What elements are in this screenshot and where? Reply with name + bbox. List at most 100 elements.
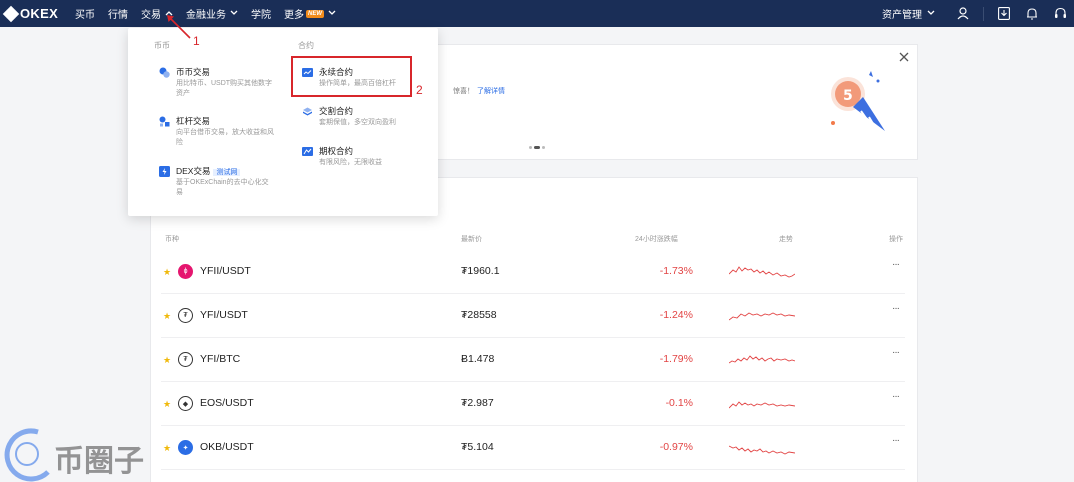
menu-item-desc: 用比特币、USDT购买其他数字资产 (176, 80, 273, 97)
header-action: 操作 (889, 236, 903, 243)
watermark-logo: 币圈子 (0, 422, 150, 482)
testnet-badge: 测试网 (213, 169, 241, 176)
star-icon[interactable]: ★ (163, 443, 171, 454)
table-row[interactable]: ★ ◆ EOS/USDT ₮2.987 -0.1% ··· (161, 382, 905, 426)
change-percent: -1.73% (659, 265, 693, 277)
more-options-icon[interactable]: ··· (892, 391, 900, 402)
new-badge: NEW (306, 9, 324, 18)
annotation-number-2: 2 (416, 83, 423, 97)
header-trend: 走势 (779, 236, 793, 243)
pair-name[interactable]: YFI/USDT (200, 309, 248, 321)
header-price: 最新价 (461, 236, 482, 243)
table-row[interactable]: ★ ✦ OKB/USDT ₮5.104 -0.97% ··· (161, 426, 905, 470)
change-percent: -1.24% (659, 309, 693, 321)
futures-icon (302, 106, 313, 117)
margin-trading-icon (159, 116, 170, 127)
change-percent: -0.97% (659, 441, 693, 453)
close-icon[interactable] (899, 49, 909, 65)
chevron-down-icon (230, 9, 238, 18)
pair-name[interactable]: YFI/BTC (200, 353, 240, 365)
party-popper-icon: 5 (823, 69, 893, 138)
star-icon[interactable]: ★ (163, 355, 171, 366)
okex-logo[interactable]: OKEX (2, 5, 62, 22)
last-price: ₮28558 (461, 309, 497, 321)
last-price: Ƀ1.478 (461, 353, 495, 365)
eos-coin-icon: ◆ (178, 396, 193, 411)
pair-name[interactable]: YFII/USDT (200, 265, 251, 277)
sparkline-chart (729, 266, 795, 278)
table-row[interactable]: ★ ₮ YFI/USDT ₮28558 -1.24% ··· (161, 294, 905, 338)
sparkline-chart (729, 312, 795, 321)
yfi-coin-icon: ₮ (178, 352, 193, 367)
dex-title-text: DEX交易 (176, 166, 211, 176)
chevron-down-icon (927, 8, 935, 19)
yfii-coin-icon: ɸ (178, 264, 193, 279)
nav-right: 资产管理 (882, 0, 1074, 27)
last-price: ₮1960.1 (461, 265, 500, 277)
svg-text:5: 5 (843, 88, 853, 104)
nav-item-buy[interactable]: 买币 (75, 6, 95, 21)
nav-divider (983, 6, 984, 21)
okex-logo-icon (2, 5, 20, 22)
banner-message: 惊喜！ (453, 88, 474, 95)
market-table: 币种 最新价 24小时涨跌幅 走势 操作 ★ ɸ YFII/USDT ₮1960… (150, 177, 918, 482)
download-icon[interactable] (990, 0, 1018, 27)
menu-item-desc: 基于OKExChain的去中心化交易 (176, 179, 269, 196)
star-icon[interactable]: ★ (163, 311, 171, 322)
menu-item-title: 交割合约 (319, 106, 354, 116)
yfi-coin-icon: ₮ (178, 308, 193, 323)
options-icon (302, 146, 313, 157)
menu-item-desc: 套期保值，多空双向盈利 (319, 119, 396, 126)
last-price: ₮5.104 (461, 441, 494, 453)
sparkline-chart (729, 355, 795, 364)
table-row[interactable]: ★ ₮ YFI/BTC Ƀ1.478 -1.79% ··· (161, 338, 905, 382)
carousel-dot[interactable] (529, 146, 532, 149)
nav-item-more[interactable]: 更多 NEW (284, 6, 336, 21)
annotation-number-1: 1 (193, 34, 200, 48)
learn-more-link[interactable]: 了解详情 (477, 88, 505, 95)
menu-item-options[interactable]: 期权合约 有限风险，无限收益 (302, 145, 422, 175)
carousel-dot-active[interactable] (534, 146, 540, 149)
menu-item-dex-trading[interactable]: DEX交易 测试网 基于OKExChain的去中心化交易 (159, 165, 279, 201)
pair-name[interactable]: EOS/USDT (200, 397, 254, 409)
menu-item-spot-trading[interactable]: 币币交易 用比特币、USDT购买其他数字资产 (159, 66, 279, 102)
nav-item-trade-label: 交易 (141, 10, 161, 21)
header-coin: 币种 (165, 236, 179, 243)
menu-item-margin-trading[interactable]: 杠杆交易 向平台借币交易，放大收益和风险 (159, 115, 279, 151)
more-options-icon[interactable]: ··· (892, 259, 900, 270)
menu-item-desc: 有限风险，无限收益 (319, 159, 382, 166)
more-options-icon[interactable]: ··· (892, 303, 900, 314)
highlight-box (291, 56, 412, 97)
spot-trading-icon (159, 67, 170, 78)
contract-section-heading: 合约 (298, 41, 314, 50)
headset-icon[interactable] (1046, 0, 1074, 27)
menu-item-futures[interactable]: 交割合约 套期保值，多空双向盈利 (302, 105, 422, 135)
header-change: 24小时涨跌幅 (635, 236, 678, 243)
arrow-annotation-icon (167, 15, 191, 39)
menu-item-title: 币币交易 (176, 67, 211, 77)
carousel-dot[interactable] (542, 146, 545, 149)
bell-icon[interactable] (1018, 0, 1046, 27)
table-row[interactable]: ★ ɸ YFII/USDT ₮1960.1 -1.73% ··· (161, 250, 905, 294)
change-percent: -1.79% (659, 353, 693, 365)
asset-management-menu[interactable]: 资产管理 (882, 6, 935, 21)
user-icon[interactable] (949, 0, 977, 27)
banner-text: 惊喜！ 了解详情 (453, 86, 505, 96)
dex-trading-icon (159, 166, 170, 177)
menu-item-title: DEX交易 测试网 (176, 165, 241, 177)
menu-item-desc: 向平台借币交易，放大收益和风险 (176, 129, 274, 146)
more-options-icon[interactable]: ··· (892, 435, 900, 446)
carousel-dots[interactable] (529, 146, 545, 149)
change-percent: -0.1% (665, 397, 693, 409)
sparkline-chart (729, 401, 795, 409)
nav-item-markets[interactable]: 行情 (108, 6, 128, 21)
pair-name[interactable]: OKB/USDT (200, 441, 254, 453)
sparkline-chart (729, 445, 795, 455)
menu-item-title: 期权合约 (319, 146, 354, 156)
nav-item-more-label: 更多 (284, 10, 304, 21)
nav-item-academy[interactable]: 学院 (251, 6, 271, 21)
more-options-icon[interactable]: ··· (892, 347, 900, 358)
star-icon[interactable]: ★ (163, 267, 171, 278)
asset-management-label: 资产管理 (882, 10, 922, 21)
star-icon[interactable]: ★ (163, 399, 171, 410)
